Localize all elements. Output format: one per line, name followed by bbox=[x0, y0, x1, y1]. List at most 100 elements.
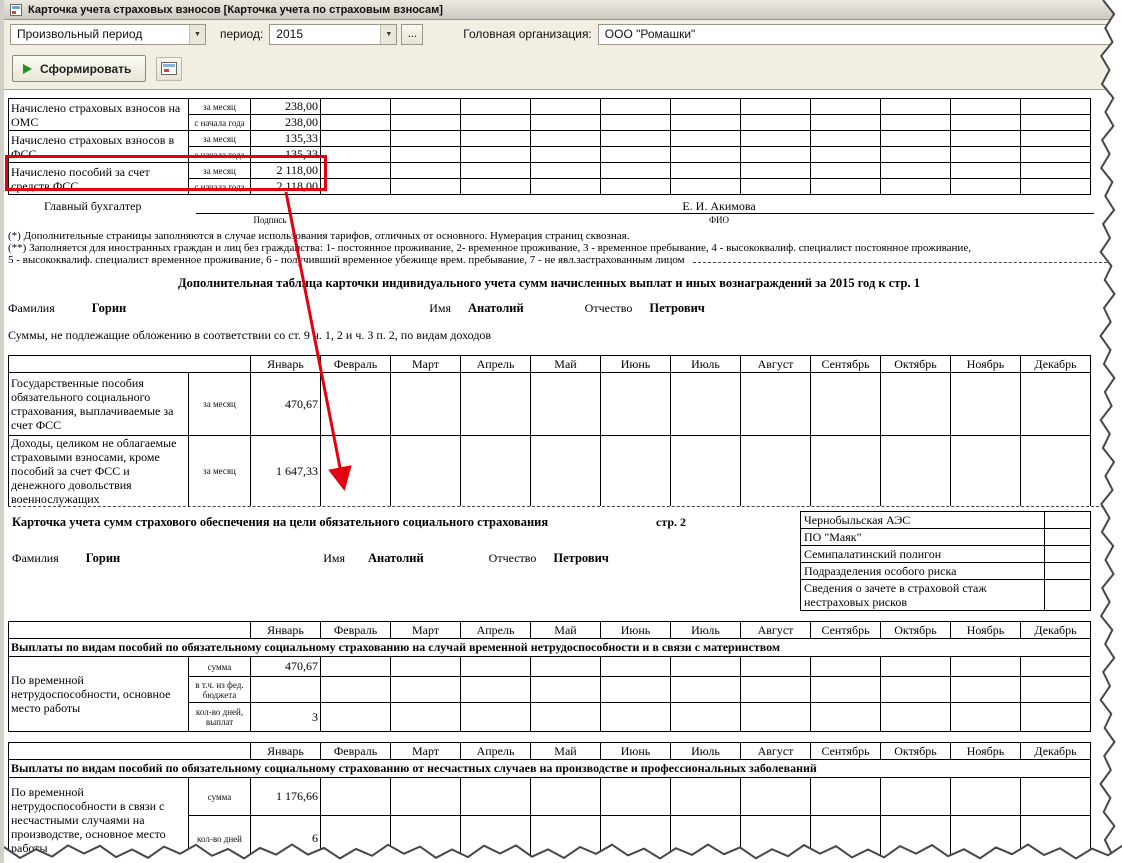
empty-cell bbox=[740, 146, 811, 163]
report-area[interactable]: Начислено страховых взносов на ОМС за ме… bbox=[4, 90, 1122, 863]
footnote-2: (**) Заполняется для иностранных граждан… bbox=[8, 242, 971, 254]
period-cell: с начала года bbox=[188, 114, 251, 131]
empty-cell bbox=[670, 114, 741, 131]
empty-cell bbox=[670, 178, 741, 195]
empty-cell bbox=[880, 178, 951, 195]
empty-cell bbox=[460, 702, 531, 732]
empty-cell bbox=[390, 815, 461, 862]
chevron-down-icon[interactable]: ▼ bbox=[380, 24, 397, 44]
month-header-cell: Декабрь bbox=[1020, 355, 1091, 373]
month-header-cell: Декабрь bbox=[1020, 742, 1091, 760]
empty-cell bbox=[950, 702, 1021, 732]
month-header-cell: Июль bbox=[670, 742, 741, 760]
row-label: Государственные пособия обязательного со… bbox=[8, 372, 189, 436]
org-value: ООО "Ромашки" bbox=[604, 27, 696, 41]
empty-cell bbox=[1020, 130, 1091, 147]
month-header-cell: Ноябрь bbox=[950, 355, 1021, 373]
hazard-label: Чернобыльская АЭС bbox=[800, 511, 1045, 529]
empty-cell bbox=[740, 162, 811, 179]
chevron-down-icon[interactable]: ▼ bbox=[189, 24, 205, 44]
app-window: Карточка учета страховых взносов [Карточ… bbox=[0, 0, 1122, 863]
empty-cell bbox=[600, 435, 671, 506]
empty-cell bbox=[530, 676, 601, 703]
row-label: Доходы, целиком не облагаемые страховыми… bbox=[8, 435, 189, 506]
month-header-cell: Июнь bbox=[600, 621, 671, 639]
empty-cell bbox=[600, 815, 671, 862]
empty-cell bbox=[390, 372, 461, 436]
period-more-button[interactable]: ... bbox=[401, 23, 424, 45]
month-header-cell: Ноябрь bbox=[950, 621, 1021, 639]
empty-cell bbox=[810, 435, 881, 506]
empty-cell bbox=[320, 162, 391, 179]
page2-title: Карточка учета сумм страхового обеспечен… bbox=[12, 515, 549, 529]
empty-cell bbox=[880, 372, 951, 436]
month-header-cell: Июнь bbox=[600, 742, 671, 760]
empty-cell bbox=[530, 146, 601, 163]
patronymic-value: Петрович bbox=[553, 551, 609, 565]
empty-cell bbox=[950, 435, 1021, 506]
month-header-cell: Апрель bbox=[460, 742, 531, 760]
empty-cell bbox=[740, 114, 811, 131]
period-cell: с начала года bbox=[188, 146, 251, 163]
band-header: Выплаты по видам пособий по обязательном… bbox=[8, 638, 1091, 657]
empty-cell bbox=[670, 98, 741, 115]
empty-cell bbox=[320, 130, 391, 147]
value-cell: 2 118,00 bbox=[250, 162, 321, 179]
org-input[interactable]: ООО "Ромашки" bbox=[597, 23, 1116, 45]
empty-cell bbox=[810, 815, 881, 862]
surname-label: Фамилия bbox=[12, 551, 59, 565]
period-year-select[interactable]: 2015 ▼ bbox=[269, 23, 398, 45]
month-header-cell: Август bbox=[740, 742, 811, 760]
empty-cell bbox=[320, 114, 391, 131]
row-label: Начислено страховых взносов в ФСС bbox=[8, 130, 189, 163]
empty-cell bbox=[880, 114, 951, 131]
empty-cell bbox=[460, 777, 531, 816]
titlebar: Карточка учета страховых взносов [Карточ… bbox=[4, 0, 1122, 20]
benefits-table-accidents: Январь Февраль Март Апрель Май Июнь Июль Август… bbox=[8, 742, 1091, 862]
empty-cell bbox=[740, 815, 811, 862]
hazard-table-row: Чернобыльская АЭС bbox=[800, 511, 1091, 529]
empty-cell bbox=[320, 676, 391, 703]
empty-cell bbox=[1044, 545, 1091, 563]
empty-cell bbox=[460, 98, 531, 115]
month-header-cell: Октябрь bbox=[880, 355, 951, 373]
signature-name-line: Е. И. Акимова ФИО bbox=[344, 199, 1094, 225]
generate-button[interactable]: Сформировать bbox=[12, 55, 147, 82]
signature-line: Подпись bbox=[196, 199, 344, 225]
fio-sublabel: ФИО bbox=[708, 215, 730, 225]
period-mode-select[interactable]: Произвольный период ▼ bbox=[10, 23, 206, 45]
empty-cell bbox=[530, 130, 601, 147]
month-header-cell: Май bbox=[530, 742, 601, 760]
empty-cell bbox=[810, 676, 881, 703]
empty-cell bbox=[8, 621, 251, 639]
empty-cell bbox=[600, 656, 671, 677]
empty-cell bbox=[8, 355, 251, 373]
table-row: Начислено пособий за счет средств ФСС за… bbox=[8, 162, 1091, 195]
months-header-row: Январь Февраль Март Апрель Май Июнь Июль Август… bbox=[8, 355, 1091, 373]
signature-block: Главный бухгалтер Подпись Е. И. Акимова … bbox=[44, 198, 1094, 225]
value-cell: 6 bbox=[250, 815, 321, 862]
empty-cell bbox=[530, 162, 601, 179]
table-band-row: Выплаты по видам пособий по обязательном… bbox=[8, 638, 1091, 657]
month-header-cell: Апрель bbox=[460, 621, 531, 639]
hazard-table-row: Семипалатинский полигон bbox=[800, 545, 1091, 563]
empty-cell bbox=[250, 676, 321, 703]
empty-cell bbox=[810, 98, 881, 115]
month-header-cell: Январь bbox=[250, 621, 321, 639]
month-header-cell: Январь bbox=[250, 355, 321, 373]
empty-cell bbox=[950, 676, 1021, 703]
empty-cell bbox=[600, 146, 671, 163]
benefits-table-disability: Январь Февраль Март Апрель Май Июнь Июль Август… bbox=[8, 621, 1091, 732]
printer-button[interactable] bbox=[156, 56, 183, 81]
empty-cell bbox=[810, 178, 881, 195]
empty-cell bbox=[1020, 146, 1091, 163]
table-row: По временной нетрудоспособности в связи … bbox=[8, 777, 1091, 862]
hazard-label: Сведения о зачете в страховой стаж нестр… bbox=[800, 579, 1045, 611]
period-cell: за месяц bbox=[188, 98, 251, 115]
empty-cell bbox=[390, 676, 461, 703]
toolbar-actions-row: Сформировать bbox=[4, 48, 1122, 90]
person-row: Фамилия Горин Имя Анатолий Отчество Петр… bbox=[8, 301, 1122, 316]
empty-cell bbox=[530, 114, 601, 131]
month-header-cell: Октябрь bbox=[880, 742, 951, 760]
empty-cell bbox=[740, 676, 811, 703]
